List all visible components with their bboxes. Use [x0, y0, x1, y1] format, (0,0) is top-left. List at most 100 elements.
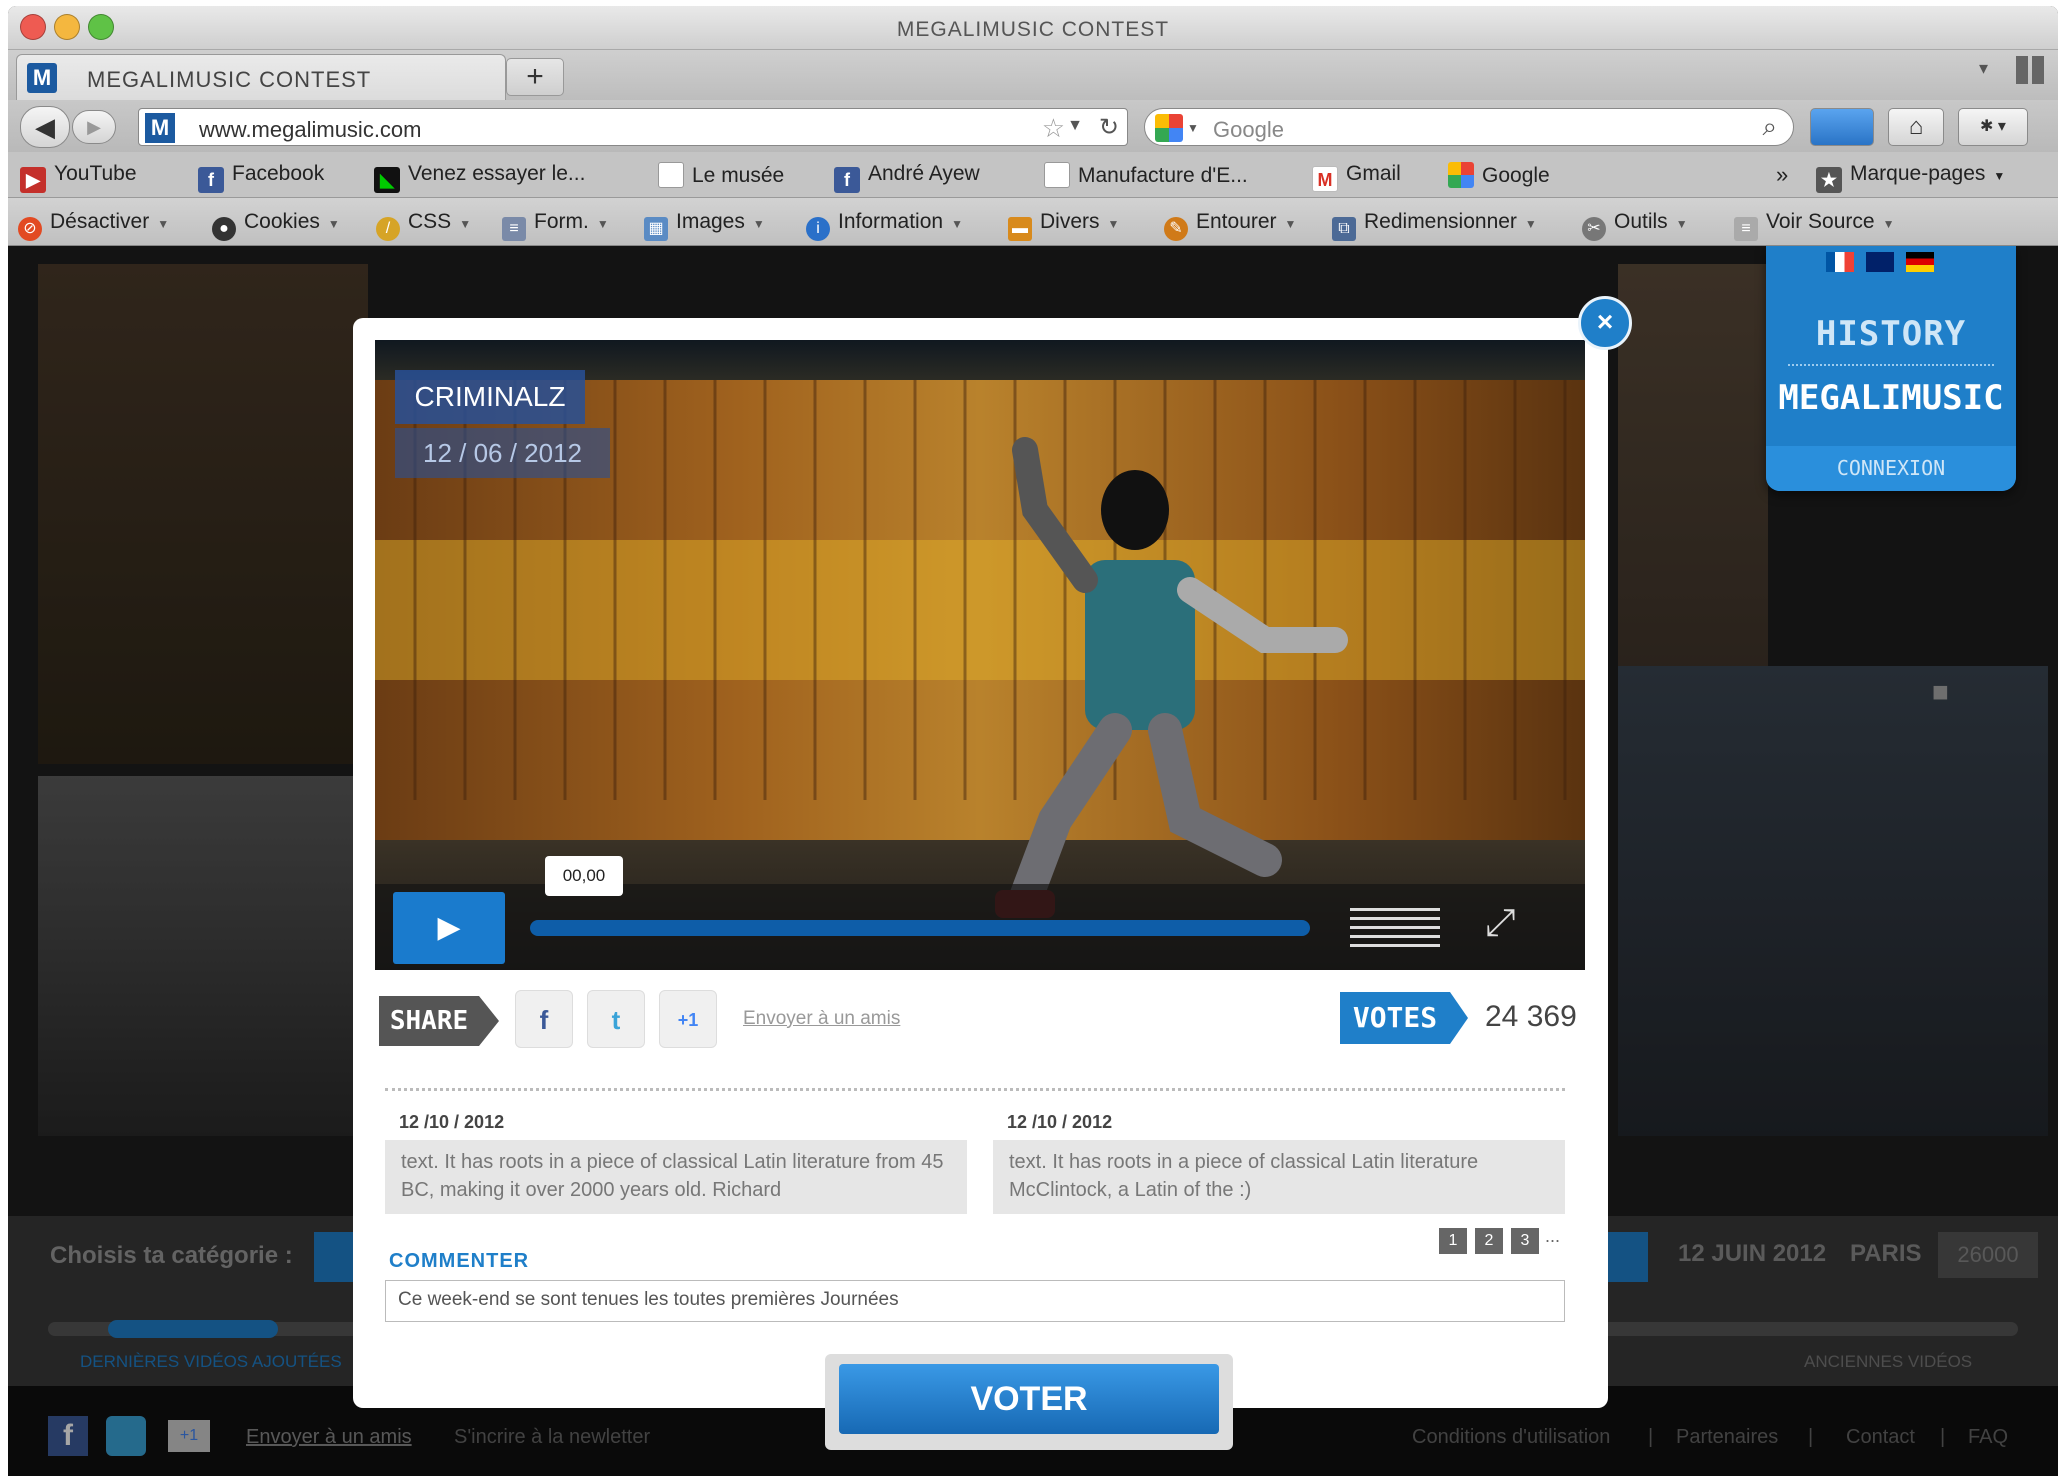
- comment-input[interactable]: Ce week-end se sont tenues les toutes pr…: [385, 1280, 1565, 1322]
- reload-icon[interactable]: ↻: [1099, 113, 1119, 142]
- page-2-button[interactable]: 2: [1475, 1228, 1503, 1254]
- bookmark-google[interactable]: Google: [1448, 162, 1550, 188]
- page-icon: [658, 162, 684, 188]
- google-engine-icon[interactable]: [1155, 114, 1183, 142]
- tab-bar: M MEGALIMUSIC CONTEST + ▾: [8, 50, 2058, 100]
- forward-button[interactable]: ▶: [72, 110, 116, 144]
- new-tab-button[interactable]: +: [506, 58, 564, 96]
- flag-fr-icon[interactable]: [1826, 252, 1854, 272]
- language-flags: [1826, 252, 1946, 277]
- pencil-icon: ✎: [1164, 217, 1188, 241]
- tab-label: MEGALIMUSIC CONTEST: [87, 67, 372, 92]
- video-controls: ▶ 00,00 ⤢: [375, 856, 1585, 970]
- dev-view-source-menu[interactable]: ≡ Voir Source ▼: [1734, 210, 1894, 241]
- green-triangle-icon: ◣: [374, 167, 400, 193]
- share-label: SHARE: [379, 996, 499, 1046]
- bookmark-venez[interactable]: ◣ Venez essayer le...: [374, 162, 585, 193]
- bookmark-star-icon[interactable]: ☆: [1042, 113, 1065, 144]
- home-icon[interactable]: ⌂: [1888, 108, 1944, 146]
- dev-images-menu[interactable]: ▦ Images ▼: [644, 210, 765, 241]
- toolbox-icon: ▬: [1008, 217, 1032, 241]
- history-title[interactable]: HISTORY: [1766, 314, 2016, 354]
- page-1-button[interactable]: 1: [1439, 1228, 1467, 1254]
- dev-css-menu[interactable]: / CSS ▼: [376, 210, 471, 241]
- back-button[interactable]: ◀: [20, 106, 70, 148]
- dotted-divider: [385, 1088, 1565, 1091]
- tab-list-chevron-icon[interactable]: ▾: [1979, 58, 1988, 79]
- bookmark-le-musee[interactable]: Le musée: [658, 162, 784, 188]
- video-modal: CRIMINALZ 12 / 06 / 2012 ▶ 00,00 ⤢ SHARE…: [353, 318, 1608, 1450]
- video-player[interactable]: CRIMINALZ 12 / 06 / 2012 ▶ 00,00 ⤢: [375, 340, 1585, 970]
- dev-resize-menu[interactable]: ⧉ Redimensionner ▼: [1332, 210, 1537, 241]
- css-wand-icon: /: [376, 217, 400, 241]
- search-bar[interactable]: ▼ Google ⌕: [1144, 108, 1794, 146]
- tab-megalimusic[interactable]: M MEGALIMUSIC CONTEST: [16, 54, 506, 100]
- play-icon: ▶: [437, 911, 461, 944]
- brand-logo[interactable]: MEGALIMUSIC: [1766, 378, 2016, 418]
- bookmark-gmail[interactable]: M Gmail: [1312, 162, 1401, 192]
- source-page-icon: ≡: [1734, 217, 1758, 241]
- send-friend-link[interactable]: Envoyer à un amis: [743, 1008, 900, 1030]
- facebook-share-icon[interactable]: f: [515, 990, 573, 1048]
- dev-information-menu[interactable]: i Information ▼: [806, 210, 963, 241]
- google-icon: [1448, 162, 1474, 188]
- gmail-icon: M: [1312, 166, 1338, 192]
- more-bookmarks-chevron[interactable]: »: [1776, 162, 1788, 188]
- history-panel: HISTORY MEGALIMUSIC CONNEXION: [1766, 246, 2016, 491]
- bookmark-andre-ayew[interactable]: f André Ayew: [834, 162, 980, 193]
- playlist-menu-icon[interactable]: [1350, 908, 1440, 950]
- share-bar: SHARE f t +1 Envoyer à un amis VOTES 24 …: [375, 990, 1585, 1060]
- vote-button-frame: VOTER: [825, 1354, 1233, 1450]
- disable-icon: ⊘: [18, 217, 42, 241]
- commenter-label: COMMENTER: [389, 1250, 530, 1272]
- pagination-ellipsis: ...: [1545, 1226, 1561, 1246]
- dev-outline-menu[interactable]: ✎ Entourer ▼: [1164, 210, 1296, 241]
- history-dropdown-icon[interactable]: ▼: [1067, 117, 1083, 135]
- engine-dropdown-icon[interactable]: ▼: [1187, 121, 1199, 135]
- twitter-share-icon[interactable]: t: [587, 990, 645, 1048]
- navigation-bar: ◀ ▶ M www.megalimusic.com ☆ ▼ ↻ ▼ Google…: [8, 100, 2058, 152]
- flag-de-icon[interactable]: [1906, 252, 1934, 272]
- resize-icon: ⧉: [1332, 217, 1356, 241]
- tab-groups-icon[interactable]: [2016, 56, 2044, 84]
- login-button[interactable]: CONNEXION: [1766, 446, 2016, 491]
- bookmarks-menu[interactable]: ★ Marque-pages ▼: [1816, 162, 2005, 193]
- search-icon[interactable]: ⌕: [1762, 111, 1777, 143]
- play-button[interactable]: ▶: [393, 892, 505, 964]
- page-3-button[interactable]: 3: [1511, 1228, 1539, 1254]
- fullscreen-icon[interactable]: ⤢: [1485, 902, 1515, 945]
- history-separator: [1788, 364, 1994, 366]
- bookmark-manufacture[interactable]: Manufacture d'E...: [1044, 162, 1248, 188]
- bookmarks-toolbar: ▶ YouTube f Facebook ◣ Venez essayer le... …: [8, 152, 2058, 198]
- images-icon: ▦: [644, 217, 668, 241]
- address-bar[interactable]: M www.megalimusic.com ☆ ▼ ↻: [138, 108, 1128, 146]
- dev-forms-menu[interactable]: ≡ Form. ▼: [502, 210, 609, 241]
- progress-bar[interactable]: [530, 920, 1310, 936]
- facebook-icon: f: [834, 167, 860, 193]
- apps-grid-icon[interactable]: [1810, 108, 1874, 146]
- comment-text: text. It has roots in a piece of classic…: [385, 1140, 967, 1214]
- dev-disable-menu[interactable]: ⊘ Désactiver ▼: [18, 210, 169, 241]
- dancer-figure: [995, 437, 1348, 918]
- bookmark-facebook[interactable]: f Facebook: [198, 162, 324, 193]
- bookmark-youtube[interactable]: ▶ YouTube: [20, 162, 137, 193]
- google-plus-share-icon[interactable]: +1: [659, 990, 717, 1048]
- dev-tools-menu[interactable]: ✂ Outils ▼: [1582, 210, 1688, 241]
- flag-uk-icon[interactable]: [1866, 252, 1894, 272]
- tools-icon: ✂: [1582, 217, 1606, 241]
- comment-date: 12 /10 / 2012: [399, 1112, 505, 1132]
- extensions-menu-icon[interactable]: ✱ ▾: [1958, 108, 2028, 146]
- close-modal-button[interactable]: ×: [1578, 296, 1632, 350]
- timecode-tooltip: 00,00: [545, 856, 623, 896]
- information-icon: i: [806, 217, 830, 241]
- dev-cookies-menu[interactable]: ● Cookies ▼: [212, 210, 340, 241]
- browser-window: MEGALIMUSIC CONTEST M MEGALIMUSIC CONTES…: [8, 6, 2058, 1476]
- site-favicon-icon: M: [145, 113, 175, 143]
- vote-button[interactable]: VOTER: [839, 1364, 1219, 1434]
- comment-text: text. It has roots in a piece of classic…: [993, 1140, 1565, 1214]
- page-icon: [1044, 162, 1070, 188]
- votes-label: VOTES: [1340, 992, 1468, 1044]
- votes-count: 24 369: [1485, 1000, 1577, 1033]
- dev-misc-menu[interactable]: ▬ Divers ▼: [1008, 210, 1119, 241]
- web-developer-toolbar: ⊘ Désactiver ▼ ● Cookies ▼ / CSS ▼ ≡ Form. ▼ ▦ Im…: [8, 198, 2058, 246]
